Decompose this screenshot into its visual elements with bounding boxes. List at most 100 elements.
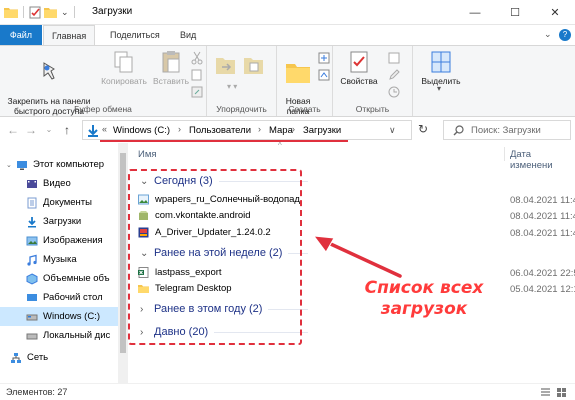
new-folder-icon (286, 64, 310, 83)
paste-label: Вставить (152, 76, 190, 86)
navigation-scrollbar[interactable] (118, 143, 128, 383)
nav-item-label: Изображения (43, 235, 103, 246)
recent-locations-icon[interactable]: ⌄ (42, 122, 56, 138)
quick-access-toolbar: ⌄ (4, 5, 78, 19)
new-group: Новая папка Создать (277, 46, 333, 116)
up-button[interactable]: ↑ (60, 122, 74, 138)
close-button[interactable]: ✕ (535, 0, 575, 25)
breadcrumb-overflow[interactable]: « (102, 124, 107, 134)
breadcrumb-drive[interactable]: Windows (C:) (113, 125, 170, 136)
paste-button[interactable]: Вставить (150, 50, 192, 86)
qat-customize-icon[interactable]: ⌄ (61, 7, 69, 18)
nav-item-windows-c[interactable]: Windows (C:) (0, 307, 118, 326)
breadcrumb-downloads[interactable]: Загрузки (303, 125, 341, 136)
help-icon[interactable]: ? (559, 29, 571, 41)
history-icon[interactable] (387, 85, 401, 99)
computer-icon (17, 160, 27, 170)
pin-icon (43, 62, 55, 80)
nav-item-label: Объемные объ (43, 273, 110, 284)
collapse-chevron-icon[interactable]: ⌄ (6, 161, 16, 169)
tab-file[interactable]: Файл (0, 25, 42, 45)
nav-item-music[interactable]: Музыка (0, 250, 118, 269)
breadcrumb-user[interactable]: Мара (269, 125, 293, 136)
column-header-date[interactable]: Дата изменени (510, 149, 575, 171)
nav-item-label: Локальный дис (43, 330, 111, 341)
details-view-icon[interactable] (540, 387, 551, 398)
address-dropdown-icon[interactable]: ∨ (389, 125, 396, 136)
open-icon[interactable] (387, 51, 401, 65)
properties-icon (350, 51, 368, 73)
refresh-button[interactable]: ↻ (418, 122, 428, 136)
network-icon (11, 352, 21, 363)
cut-icon[interactable] (190, 51, 204, 65)
scrollbar-thumb[interactable] (120, 153, 126, 353)
copy-to-icon[interactable] (243, 54, 265, 76)
search-icon (453, 125, 464, 136)
breadcrumb-separator[interactable]: › (292, 124, 295, 134)
organize-group: ▾ ▾ Упорядочить (207, 46, 277, 116)
maximize-button[interactable]: ☐ (495, 0, 535, 25)
new-item-icon[interactable] (317, 51, 331, 65)
copy-button[interactable]: Копировать (96, 50, 152, 86)
select-dropdown-icon[interactable]: ▾ (437, 84, 441, 93)
minimize-button[interactable]: — (455, 0, 495, 25)
new-folder-icon[interactable] (44, 6, 57, 18)
nav-item-desktop[interactable]: Рабочий стол (0, 288, 118, 307)
tab-view[interactable]: Вид (172, 25, 204, 45)
large-icons-view-icon[interactable] (556, 387, 567, 398)
breadcrumb-separator[interactable]: › (258, 124, 261, 134)
navigation-pane: ⌄ Этот компьютер Видео Документы Загрузк… (0, 143, 118, 383)
back-button[interactable]: ← (6, 122, 20, 138)
breadcrumb-separator[interactable]: › (178, 124, 181, 134)
breadcrumb-users[interactable]: Пользователи (189, 125, 251, 136)
clipboard-group: Закрепить на панели быстрого доступа Коп… (0, 46, 207, 116)
callout-arrow-icon (312, 235, 404, 280)
nav-item-local-disk[interactable]: Локальный дис (0, 326, 118, 345)
properties-button[interactable]: Свойства (337, 50, 381, 86)
column-divider[interactable] (504, 147, 505, 161)
organize-dropdown-icon[interactable]: ▾ ▾ (227, 82, 237, 91)
address-box[interactable]: « Windows (C:) › Пользователи › Мара › З… (82, 120, 412, 140)
downloads-arrow-icon (88, 125, 98, 137)
ribbon-expand-icon[interactable]: ⌄ (544, 29, 552, 40)
file-date: 08.04.2021 11:40 (510, 228, 575, 239)
forward-button[interactable]: → (24, 122, 38, 138)
organize-group-label: Упорядочить (216, 104, 267, 114)
move-to-icon[interactable] (215, 54, 237, 76)
clipboard-group-label: Буфер обмена (74, 104, 132, 114)
nav-item-3d-objects[interactable]: Объемные объ (0, 269, 118, 288)
search-box[interactable]: Поиск: Загрузки (443, 120, 571, 140)
ribbon-tabs: Файл Главная Поделиться Вид ⌄ ? (0, 25, 575, 46)
drive-icon (26, 333, 38, 339)
file-date: 08.04.2021 11:48 (510, 195, 575, 206)
nav-item-label: Этот компьютер (33, 159, 105, 170)
file-date: 06.04.2021 22:5 (510, 268, 575, 279)
paste-shortcut-icon[interactable] (190, 85, 204, 99)
tab-home[interactable]: Главная (43, 25, 96, 46)
search-placeholder: Поиск: Загрузки (471, 125, 541, 136)
copy-label: Копировать (101, 76, 147, 86)
nav-item-this-pc[interactable]: ⌄ Этот компьютер (0, 155, 118, 174)
drive-icon (26, 314, 38, 320)
nav-item-video[interactable]: Видео (0, 174, 118, 193)
nav-item-documents[interactable]: Документы (0, 193, 118, 212)
music-folder-icon (27, 254, 37, 266)
nav-item-pictures[interactable]: Изображения (0, 231, 118, 250)
tab-share[interactable]: Поделиться (102, 25, 168, 45)
nav-item-label: Музыка (43, 254, 77, 265)
properties-check-icon[interactable] (29, 6, 42, 19)
title-bar: ⌄ Загрузки — ☐ ✕ (0, 0, 575, 25)
easy-access-icon[interactable] (317, 68, 331, 82)
copy-path-icon[interactable] (190, 68, 204, 82)
desktop-folder-icon (27, 293, 37, 301)
column-header-name[interactable]: Имя (138, 149, 157, 160)
file-date: 08.04.2021 11:41 (510, 211, 575, 222)
edit-icon[interactable] (387, 68, 401, 82)
file-date: 05.04.2021 12:1 (510, 284, 575, 295)
downloads-highlight-box (128, 169, 302, 345)
nav-item-downloads[interactable]: Загрузки (0, 212, 118, 231)
select-button[interactable]: Выделить (417, 50, 465, 86)
maximize-icon: ☐ (510, 7, 520, 19)
nav-item-network[interactable]: Сеть (0, 348, 118, 367)
3d-objects-icon (26, 272, 38, 285)
